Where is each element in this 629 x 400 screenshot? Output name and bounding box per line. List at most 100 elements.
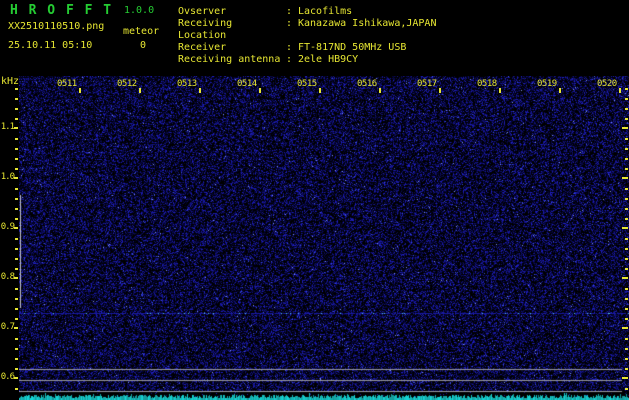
x-tick-label: 0518 — [477, 79, 497, 89]
y-minor-tick-right — [625, 158, 628, 160]
info-label: Receiver — [178, 42, 286, 54]
y-major-tick-right — [622, 377, 628, 379]
output-filename: XX2510110510.png — [8, 21, 104, 32]
info-value: Kanazawa Ishikawa,JAPAN — [298, 18, 436, 42]
y-minor-tick-left — [15, 118, 18, 120]
info-value: Lacofilms — [298, 6, 352, 18]
y-minor-tick-right — [625, 138, 628, 140]
x-tick-label: 0512 — [117, 79, 137, 89]
y-minor-tick-left — [15, 248, 18, 250]
mode-label: meteor — [123, 26, 159, 37]
y-minor-tick-right — [625, 368, 628, 370]
y-minor-tick-right — [625, 218, 628, 220]
observer-info-row: Receiving antenna:2ele HB9CY — [178, 54, 436, 66]
y-minor-tick-right — [625, 88, 628, 90]
y-minor-tick-right — [625, 308, 628, 310]
y-minor-tick-left — [15, 348, 18, 350]
y-minor-tick-right — [625, 118, 628, 120]
y-major-tick-right — [622, 327, 628, 329]
y-minor-tick-right — [625, 98, 628, 100]
y-tick-label: 0.7 — [0, 323, 14, 332]
y-minor-tick-right — [625, 268, 628, 270]
y-minor-tick-right — [625, 358, 628, 360]
x-tick — [259, 88, 261, 93]
x-tick — [319, 88, 321, 93]
y-minor-tick-right — [625, 198, 628, 200]
y-minor-tick-right — [625, 238, 628, 240]
y-minor-tick-left — [15, 318, 18, 320]
y-tick-label: 0.9 — [0, 223, 14, 232]
y-major-tick-left — [14, 277, 18, 279]
x-tick-label: 0519 — [537, 79, 557, 89]
y-minor-tick-right — [625, 348, 628, 350]
x-tick — [199, 88, 201, 93]
x-tick-label: 0513 — [177, 79, 197, 89]
y-minor-tick-right — [625, 338, 628, 340]
y-minor-tick-left — [15, 98, 18, 100]
x-tick-label: 0516 — [357, 79, 377, 89]
y-minor-tick-right — [625, 298, 628, 300]
y-tick-label: 0.6 — [0, 373, 14, 382]
y-minor-tick-left — [15, 388, 18, 390]
y-major-tick-right — [622, 177, 628, 179]
x-tick-label: 0515 — [297, 79, 317, 89]
y-minor-tick-left — [15, 358, 18, 360]
y-minor-tick-left — [15, 148, 18, 150]
hrofft-window: H R O F F T 1.0.0 XX2510110510.png meteo… — [0, 0, 629, 400]
y-minor-tick-left — [15, 368, 18, 370]
x-tick — [499, 88, 501, 93]
x-tick — [619, 88, 621, 93]
x-tick-label: 0520 — [597, 79, 617, 89]
app-title: H R O F F T — [10, 3, 113, 18]
y-major-tick-left — [14, 227, 18, 229]
info-label: Receiving Location — [178, 18, 286, 42]
spectrogram-canvas — [19, 76, 629, 400]
y-minor-tick-left — [15, 338, 18, 340]
y-minor-tick-left — [15, 268, 18, 270]
y-minor-tick-left — [15, 208, 18, 210]
y-minor-tick-left — [15, 188, 18, 190]
info-label: Ovserver — [178, 6, 286, 18]
x-tick — [559, 88, 561, 93]
y-minor-tick-right — [625, 188, 628, 190]
y-minor-tick-left — [15, 108, 18, 110]
observer-info-row: Receiver:FT-817ND 50MHz USB — [178, 42, 436, 54]
y-major-tick-right — [622, 127, 628, 129]
y-major-tick-right — [622, 227, 628, 229]
x-tick-label: 0511 — [57, 79, 77, 89]
y-major-tick-left — [14, 127, 18, 129]
y-tick-label: 1.0 — [0, 173, 14, 182]
y-minor-tick-left — [15, 138, 18, 140]
y-minor-tick-right — [625, 288, 628, 290]
y-minor-tick-right — [625, 248, 628, 250]
info-colon: : — [286, 42, 298, 54]
info-value: FT-817ND 50MHz USB — [298, 42, 406, 54]
y-minor-tick-left — [15, 238, 18, 240]
y-minor-tick-left — [15, 198, 18, 200]
info-colon: : — [286, 6, 298, 18]
info-label: Receiving antenna — [178, 54, 286, 66]
y-major-tick-right — [622, 277, 628, 279]
y-minor-tick-left — [15, 288, 18, 290]
y-minor-tick-left — [15, 168, 18, 170]
x-tick — [79, 88, 81, 93]
y-major-tick-left — [14, 327, 18, 329]
info-colon: : — [286, 54, 298, 66]
y-minor-tick-left — [15, 258, 18, 260]
y-minor-tick-left — [15, 298, 18, 300]
y-major-tick-left — [14, 177, 18, 179]
y-minor-tick-left — [15, 88, 18, 90]
x-tick-label: 0517 — [417, 79, 437, 89]
datetime-label: 25.10.11 05:10 — [8, 40, 92, 51]
y-minor-tick-right — [625, 108, 628, 110]
x-tick — [139, 88, 141, 93]
info-value: 2ele HB9CY — [298, 54, 358, 66]
y-tick-label: 1.1 — [0, 123, 14, 132]
observer-info-row: Ovserver:Lacofilms — [178, 6, 436, 18]
y-minor-tick-left — [15, 158, 18, 160]
observer-info-table: Ovserver:LacofilmsReceiving Location:Kan… — [178, 6, 436, 66]
y-major-tick-left — [14, 377, 18, 379]
frequency-unit-label: kHz — [1, 77, 19, 87]
info-colon: : — [286, 18, 298, 42]
y-minor-tick-right — [625, 168, 628, 170]
